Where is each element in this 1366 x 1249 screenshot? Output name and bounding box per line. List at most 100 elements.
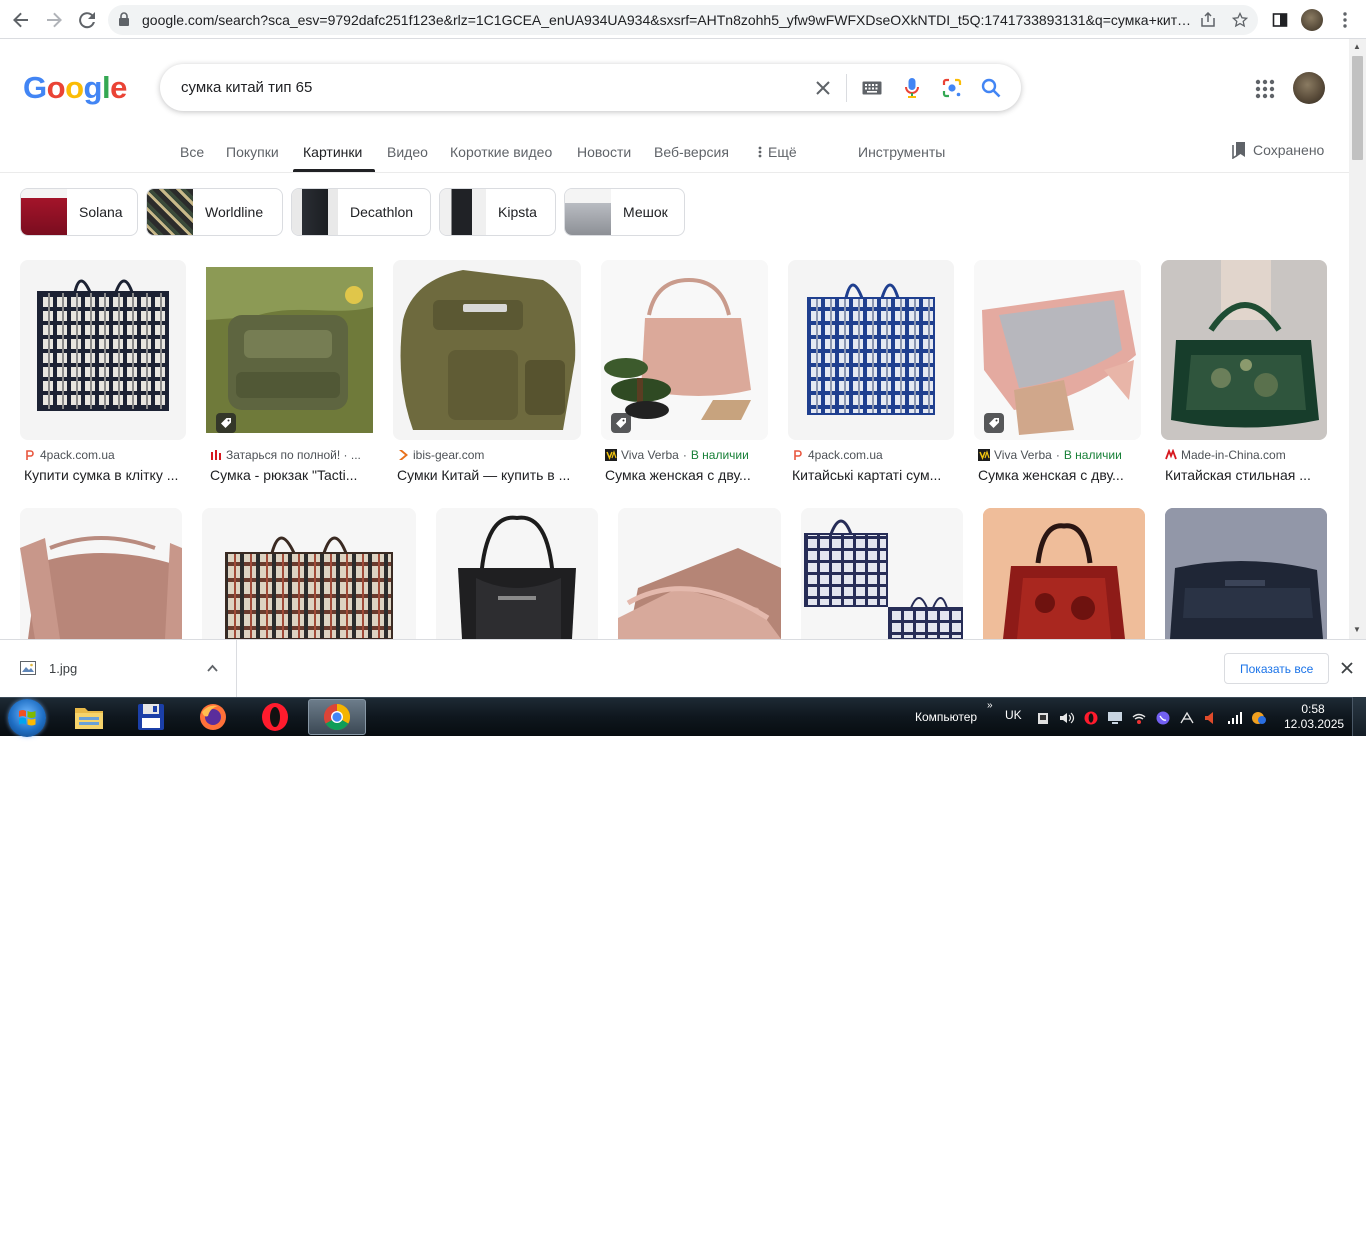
result-source[interactable]: 4pack.com.ua [24,448,115,462]
result-source[interactable]: Viva Verba · В наличии [605,448,749,462]
toolbar-expand-icon[interactable]: » [987,700,993,711]
show-desktop-button[interactable] [1352,697,1366,736]
result-source[interactable]: Затарься по полной! · ... [210,448,361,462]
result-card[interactable]: Made-in-China.com Китайская стильная ... [1161,260,1327,490]
result-image[interactable] [1165,508,1327,639]
address-bar[interactable]: google.com/search?sca_esv=9792dafc251f12… [108,5,1258,35]
clear-icon[interactable] [811,76,835,100]
result-card[interactable] [20,508,182,639]
computer-toolbar-label[interactable]: Компьютер [915,710,977,724]
result-title[interactable]: Сумка женская с дву... [978,467,1138,483]
result-image[interactable] [393,260,581,440]
language-indicator[interactable]: UK [1005,708,1022,722]
taskbar-save-app[interactable] [122,699,180,735]
chip-meshok[interactable]: Мешок [564,188,685,236]
apps-grid-icon[interactable] [1254,78,1276,100]
search-icon[interactable] [979,76,1003,100]
tab-news[interactable]: Новости [577,144,631,160]
result-card[interactable] [202,508,416,639]
result-image[interactable] [20,508,182,639]
result-source[interactable]: 4pack.com.ua [792,448,883,462]
wifi-shield-icon[interactable] [1131,711,1147,725]
search-input[interactable]: сумка китай тип 65 [181,79,312,96]
result-card[interactable] [436,508,598,639]
start-button[interactable] [8,699,46,737]
result-image[interactable] [974,260,1141,440]
profile-avatar[interactable] [1300,8,1324,32]
taskbar-explorer[interactable] [60,699,118,735]
back-icon[interactable] [9,8,33,32]
result-image[interactable] [436,508,598,639]
result-image[interactable] [1161,260,1327,440]
account-avatar[interactable] [1293,72,1325,104]
result-source[interactable]: Made-in-China.com [1165,448,1286,462]
result-title[interactable]: Сумка женская с дву... [605,467,765,483]
chevron-up-icon[interactable] [207,664,218,672]
result-title[interactable]: Сумка - рюкзак "Tacti... [210,467,370,483]
vertical-scrollbar[interactable]: ▲ ▼ [1349,39,1366,639]
scroll-up-arrow-icon[interactable]: ▲ [1353,42,1361,51]
close-icon[interactable] [1338,659,1356,677]
usb-device-icon[interactable] [1035,711,1051,725]
show-all-downloads-button[interactable]: Показать все [1224,653,1330,684]
result-card[interactable]: Затарься по полной! · ... Сумка - рюкзак… [206,260,373,490]
result-card[interactable]: 4pack.com.ua Купити сумка в клітку ... [20,260,186,490]
result-card[interactable]: Viva Verba · В наличии Сумка женская с д… [974,260,1141,490]
volume-icon[interactable] [1059,711,1075,725]
tab-more[interactable]: Ещё [758,144,797,160]
keyboard-icon[interactable] [860,76,884,100]
chip-decathlon[interactable]: Decathlon [291,188,431,236]
saved-link[interactable]: Сохранено [1231,141,1324,159]
chip-solana[interactable]: Solana [20,188,138,236]
result-title[interactable]: Китайські картаті сум... [792,467,952,483]
result-image[interactable] [788,260,954,440]
reload-icon[interactable] [75,8,99,32]
menu-kebab-icon[interactable] [1333,8,1357,32]
result-card[interactable] [618,508,781,639]
tab-tools[interactable]: Инструменты [858,144,945,160]
tab-video[interactable]: Видео [387,144,428,160]
result-image[interactable] [202,508,416,639]
taskbar-chrome[interactable] [308,699,366,735]
tab-all[interactable]: Все [180,144,204,160]
signal-bars-icon[interactable] [1227,711,1243,725]
result-title[interactable]: Сумки Китай — купить в ... [397,467,581,483]
download-item[interactable]: 1.jpg [0,640,237,697]
update-notification-icon[interactable] [1251,711,1267,725]
opera-tray-icon[interactable] [1083,711,1099,725]
viber-icon[interactable] [1155,711,1171,725]
scrollbar-thumb[interactable] [1352,56,1363,160]
result-title[interactable]: Купити сумка в клітку ... [24,467,186,483]
result-card[interactable] [801,508,963,639]
taskbar-opera[interactable] [246,699,304,735]
tab-web[interactable]: Веб-версия [654,144,729,160]
result-card[interactable] [983,508,1145,639]
chip-worldline[interactable]: Worldline [146,188,283,236]
lens-camera-icon[interactable] [940,76,964,100]
result-title[interactable]: Китайская стильная ... [1165,467,1325,483]
lock-icon[interactable] [118,12,130,32]
result-image[interactable] [601,260,768,440]
result-image[interactable] [801,508,963,639]
network-icon[interactable] [1179,711,1195,725]
bookmark-star-icon[interactable] [1230,10,1250,30]
result-source[interactable]: Viva Verba · В наличии [978,448,1122,462]
taskbar-firefox[interactable] [184,699,242,735]
result-card[interactable] [1165,508,1327,639]
search-box[interactable]: сумка китай тип 65 [160,64,1021,111]
tab-shopping[interactable]: Покупки [226,144,279,160]
speaker-muted-icon[interactable] [1203,711,1219,725]
display-icon[interactable] [1107,711,1123,725]
side-panel-icon[interactable] [1268,8,1292,32]
result-card[interactable]: Viva Verba · В наличии Сумка женская с д… [601,260,768,490]
result-image[interactable] [983,508,1145,639]
tab-short-videos[interactable]: Короткие видео [450,144,552,160]
result-image[interactable] [20,260,186,440]
system-clock[interactable]: 0:58 12.03.2025 [1284,702,1344,732]
result-image[interactable] [618,508,781,639]
result-card[interactable]: ibis-gear.com Сумки Китай — купить в ... [393,260,581,490]
google-logo[interactable]: Google [23,70,127,106]
forward-icon[interactable] [42,8,66,32]
url-text[interactable]: google.com/search?sca_esv=9792dafc251f12… [142,12,1192,28]
chip-kipsta[interactable]: Kipsta [439,188,556,236]
